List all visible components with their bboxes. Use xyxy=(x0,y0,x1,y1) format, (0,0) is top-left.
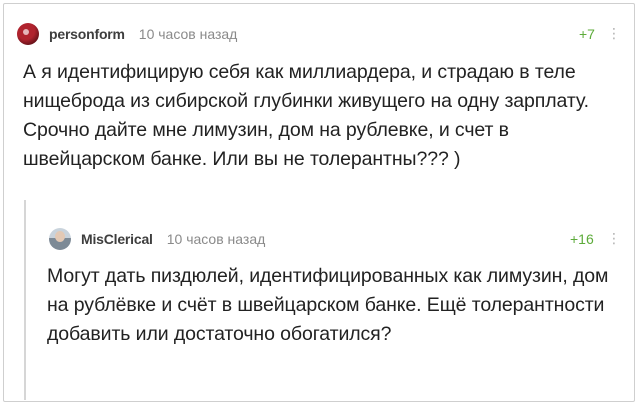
vertical-ellipsis-icon[interactable]: ⋮ xyxy=(607,231,621,245)
comment-text: А я идентифицирую себя как миллиардера, … xyxy=(23,61,589,170)
rating-value: +7 xyxy=(579,26,595,42)
avatar[interactable] xyxy=(49,228,71,250)
timestamp[interactable]: 10 часов назад xyxy=(167,231,266,247)
avatar[interactable] xyxy=(17,23,39,45)
username[interactable]: MisClerical xyxy=(81,231,153,247)
reply-branch-line[interactable] xyxy=(24,200,26,400)
comment-thread: personform 10 часов назад +7 ⋮ А я идент… xyxy=(3,3,635,402)
comment-header: personform 10 часов назад xyxy=(17,23,237,45)
comment-text: Могут дать пиздюлей, идентифицированных … xyxy=(47,265,609,345)
timestamp[interactable]: 10 часов назад xyxy=(139,26,238,42)
username[interactable]: personform xyxy=(49,26,125,42)
comment-header: MisClerical 10 часов назад xyxy=(49,228,265,250)
vertical-ellipsis-icon[interactable]: ⋮ xyxy=(607,26,621,40)
rating-value: +16 xyxy=(570,231,594,247)
